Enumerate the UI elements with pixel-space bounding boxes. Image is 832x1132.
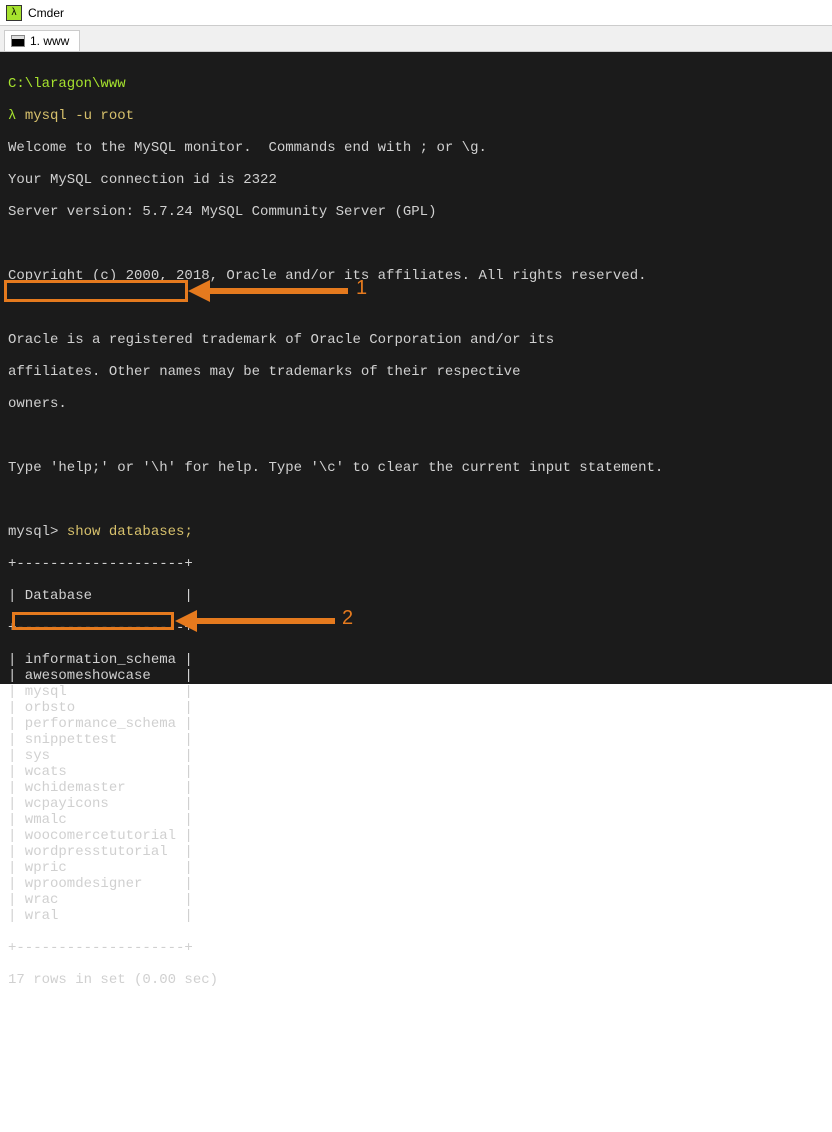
app-title: Cmder <box>28 6 64 20</box>
copyright-line: Copyright (c) 2000, 2018, Oracle and/or … <box>8 268 824 284</box>
trademark-line-3: owners. <box>8 396 824 412</box>
mysql-prompt: mysql> <box>8 524 58 540</box>
server-ver-line: Server version: 5.7.24 MySQL Community S… <box>8 204 824 220</box>
cwd-path: C:\laragon\www <box>8 76 126 92</box>
table-border-mid: +--------------------+ <box>8 620 824 636</box>
tab-label: 1. www <box>30 34 69 48</box>
arrow-1 <box>188 284 348 298</box>
prompt-symbol: λ <box>8 108 16 124</box>
tab-www[interactable]: 1. www <box>4 30 80 51</box>
database-row: | sys | <box>8 748 824 764</box>
terminal-viewport[interactable]: C:\laragon\www λ mysql -u root Welcome t… <box>0 52 832 684</box>
table-border-bottom: +--------------------+ <box>8 940 824 956</box>
database-row: | wchidemaster | <box>8 780 824 796</box>
database-row: | wpric | <box>8 860 824 876</box>
database-row: | mysql | <box>8 684 824 700</box>
database-row: | wcpayicons | <box>8 796 824 812</box>
app-icon: λ <box>6 5 22 21</box>
database-row: | performance_schema | <box>8 716 824 732</box>
trademark-line-1: Oracle is a registered trademark of Orac… <box>8 332 824 348</box>
database-row: | snippettest | <box>8 732 824 748</box>
database-row: | awesomeshowcase | <box>8 668 824 684</box>
database-row: | wrac | <box>8 892 824 908</box>
database-row: | wordpresstutorial | <box>8 844 824 860</box>
window-titlebar[interactable]: λ Cmder <box>0 0 832 26</box>
cmd-mysql: mysql -u root <box>25 108 134 124</box>
tab-bar: 1. www <box>0 26 832 52</box>
database-row: | orbsto | <box>8 700 824 716</box>
table-header: | Database | <box>8 588 824 604</box>
database-row: | wral | <box>8 908 824 924</box>
database-row: | woocomercetutorial | <box>8 828 824 844</box>
welcome-line: Welcome to the MySQL monitor. Commands e… <box>8 140 824 156</box>
database-row: | wproomdesigner | <box>8 876 824 892</box>
database-row: | information_schema | <box>8 652 824 668</box>
cmd-show-databases: show databases; <box>58 524 192 540</box>
database-row: | wcats | <box>8 764 824 780</box>
conn-id-line: Your MySQL connection id is 2322 <box>8 172 824 188</box>
trademark-line-2: affiliates. Other names may be trademark… <box>8 364 824 380</box>
result-summary: 17 rows in set (0.00 sec) <box>8 972 824 988</box>
table-border-top: +--------------------+ <box>8 556 824 572</box>
database-row: | wmalc | <box>8 812 824 828</box>
help-hint-line: Type 'help;' or '\h' for help. Type '\c'… <box>8 460 824 476</box>
cmd-icon <box>11 35 25 47</box>
